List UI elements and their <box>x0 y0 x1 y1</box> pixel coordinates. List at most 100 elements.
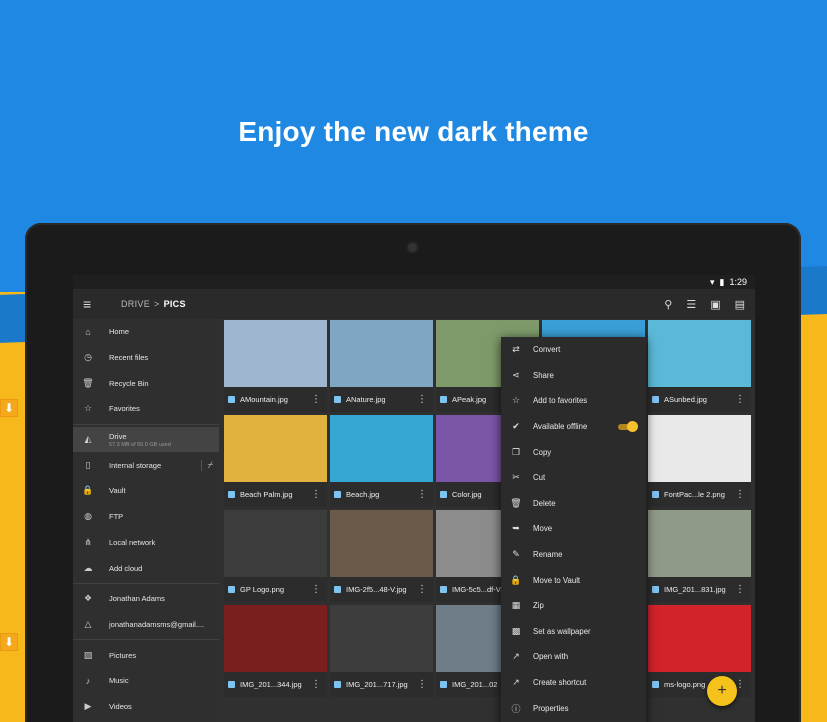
file-tile[interactable]: Beach Palm.jpg ⋮ <box>224 415 327 507</box>
more-vert-icon[interactable]: ⋮ <box>735 584 745 595</box>
image-file-icon <box>652 396 659 403</box>
nav-gdrive-account[interactable]: △ jonathanadamsms@gmail.... <box>73 612 219 638</box>
image-file-icon <box>440 491 447 498</box>
menu-icon[interactable]: ≡ <box>83 297 95 311</box>
new-folder-icon[interactable]: ▣ <box>710 298 720 311</box>
sort-icon[interactable]: ☰ <box>686 298 696 311</box>
file-tile[interactable]: AMountain.jpg ⋮ <box>224 320 327 412</box>
broom-icon[interactable]: ⌿ <box>200 459 213 471</box>
offline-toggle[interactable] <box>618 420 638 432</box>
menu-item-label: Available offline <box>533 422 588 432</box>
file-tile[interactable]: IMG_201...831.jpg ⋮ <box>648 510 751 602</box>
image-file-icon <box>334 396 341 403</box>
crumb-pics[interactable]: PICS <box>164 299 186 309</box>
more-vert-icon[interactable]: ⋮ <box>735 489 745 500</box>
file-caption: Beach.jpg ⋮ <box>330 482 433 507</box>
nav-dropbox-account[interactable]: ❖ Jonathan Adams <box>73 586 219 612</box>
menu-item[interactable]: ⇄ Convert <box>501 337 646 363</box>
nav-add-cloud[interactable]: ☁ Add cloud <box>73 555 219 581</box>
star-icon: ☆ <box>511 395 521 406</box>
file-tile[interactable]: Beach.jpg ⋮ <box>330 415 433 507</box>
crumb-drive[interactable]: DRIVE <box>121 299 150 309</box>
menu-item[interactable]: ☆ Add to favorites <box>501 388 646 414</box>
file-tile[interactable]: IMG_201...717.jpg ⋮ <box>330 605 433 697</box>
menu-item[interactable]: ✎ Rename <box>501 542 646 568</box>
file-name: ANature.jpg <box>346 395 386 404</box>
menu-item[interactable]: ↗ Create shortcut <box>501 670 646 696</box>
more-vert-icon[interactable]: ⋮ <box>735 394 745 405</box>
nav-home[interactable]: ⌂ Home <box>73 319 219 345</box>
camera <box>408 243 417 252</box>
divider <box>73 423 219 425</box>
nav-vault[interactable]: 🔒 Vault <box>73 478 219 504</box>
nav-local-network[interactable]: ⋔ Local network <box>73 530 219 556</box>
more-vert-icon[interactable]: ⋮ <box>417 584 427 595</box>
image-file-icon <box>440 681 447 688</box>
file-name: Beach.jpg <box>346 490 380 499</box>
file-caption: IMG-2f5...48-V.jpg ⋮ <box>330 577 433 602</box>
file-tile[interactable]: IMG_201...344.jpg ⋮ <box>224 605 327 697</box>
nav-recent-files[interactable]: ◷ Recent files <box>73 345 219 371</box>
menu-item[interactable]: ✂ Cut <box>501 465 646 491</box>
more-vert-icon[interactable]: ⋮ <box>311 394 321 405</box>
network-icon: ⋔ <box>84 536 92 547</box>
nav-music[interactable]: ♪ Music <box>73 668 219 694</box>
menu-item-label: Move <box>533 524 553 534</box>
file-tile[interactable]: ms-logo.png ⋮ <box>648 605 751 697</box>
file-caption: IMG_201...344.jpg ⋮ <box>224 672 327 697</box>
more-vert-icon[interactable]: ⋮ <box>417 679 427 690</box>
more-vert-icon[interactable]: ⋮ <box>311 679 321 690</box>
more-vert-icon[interactable]: ⋮ <box>311 584 321 595</box>
nav-pictures[interactable]: ▨ Pictures <box>73 642 219 668</box>
clock-time: 1:29 <box>729 277 747 287</box>
menu-item[interactable]: ❐ Copy <box>501 439 646 465</box>
file-tile[interactable]: IMG-2f5...48-V.jpg ⋮ <box>330 510 433 602</box>
add-fab-button[interactable]: + <box>707 676 737 706</box>
menu-item[interactable]: ▩ Set as wallpaper <box>501 619 646 645</box>
menu-item[interactable]: ▦ Zip <box>501 593 646 619</box>
nav-internal-storage[interactable]: ▯ Internal storage ⌿ <box>73 452 219 478</box>
file-tile[interactable]: FontPac...le 2.png ⋮ <box>648 415 751 507</box>
menu-item[interactable]: ⋖ Share <box>501 363 646 389</box>
search-icon[interactable]: ⚲ <box>664 298 672 311</box>
file-tile[interactable]: GP Logo.png ⋮ <box>224 510 327 602</box>
menu-item-label: Create shortcut <box>533 678 587 688</box>
more-vert-icon[interactable]: ⋮ <box>417 489 427 500</box>
convert-icon: ⇄ <box>512 344 520 355</box>
menu-item[interactable]: ✔ Available offline <box>501 414 646 440</box>
menu-item-label: Copy <box>533 447 552 457</box>
image-file-icon <box>652 681 659 688</box>
wifi-icon: ▾ <box>709 276 715 287</box>
menu-item[interactable]: ↗ Open with <box>501 644 646 670</box>
nav-favorites[interactable]: ☆ Favorites <box>73 396 219 422</box>
nav-drive[interactable]: ◭ Drive 57.3 MB of 50.0 GB used <box>73 426 219 453</box>
cloud-add-icon: ☁ <box>83 562 93 573</box>
drive-icon: ◭ <box>84 434 92 445</box>
nav-recycle-bin[interactable]: 🗑 Recycle Bin <box>73 370 219 396</box>
file-tile[interactable]: ASunbed.jpg ⋮ <box>648 320 751 412</box>
menu-item[interactable]: ⓘ Properties <box>501 695 646 721</box>
trash-icon: 🗑 <box>510 497 522 508</box>
file-thumbnail <box>648 605 751 672</box>
menu-item-label: Cut <box>533 473 546 483</box>
menu-item-label: Move to Vault <box>533 575 581 585</box>
file-name: IMG_201...344.jpg <box>240 680 302 689</box>
image-icon: ▨ <box>83 649 93 660</box>
nav-videos[interactable]: ▶ Videos <box>73 694 219 720</box>
lock-icon: 🔒 <box>510 574 522 585</box>
divider <box>73 582 219 584</box>
menu-item[interactable]: 🔒 Move to Vault <box>501 567 646 593</box>
file-name: FontPac...le 2.png <box>664 490 725 499</box>
file-tile[interactable]: ANature.jpg ⋮ <box>330 320 433 412</box>
home-icon: ⌂ <box>85 326 91 337</box>
menu-item[interactable]: ➥ Move <box>501 516 646 542</box>
tablet-frame: ▾ ▮ 1:29 ≡ DRIVE > PICS ⚲ ☰ ▣ ▤ ⌂ Home ◷ R… <box>25 223 801 722</box>
clipboard-icon[interactable]: ▤ <box>735 298 745 311</box>
gdrive-icon: △ <box>84 618 92 629</box>
more-vert-icon[interactable]: ⋮ <box>311 489 321 500</box>
nav-ftp[interactable]: ◍ FTP <box>73 504 219 530</box>
open-with-icon: ↗ <box>512 651 520 662</box>
menu-item[interactable]: 🗑 Delete <box>501 491 646 517</box>
more-vert-icon[interactable]: ⋮ <box>417 394 427 405</box>
image-file-icon <box>334 586 341 593</box>
